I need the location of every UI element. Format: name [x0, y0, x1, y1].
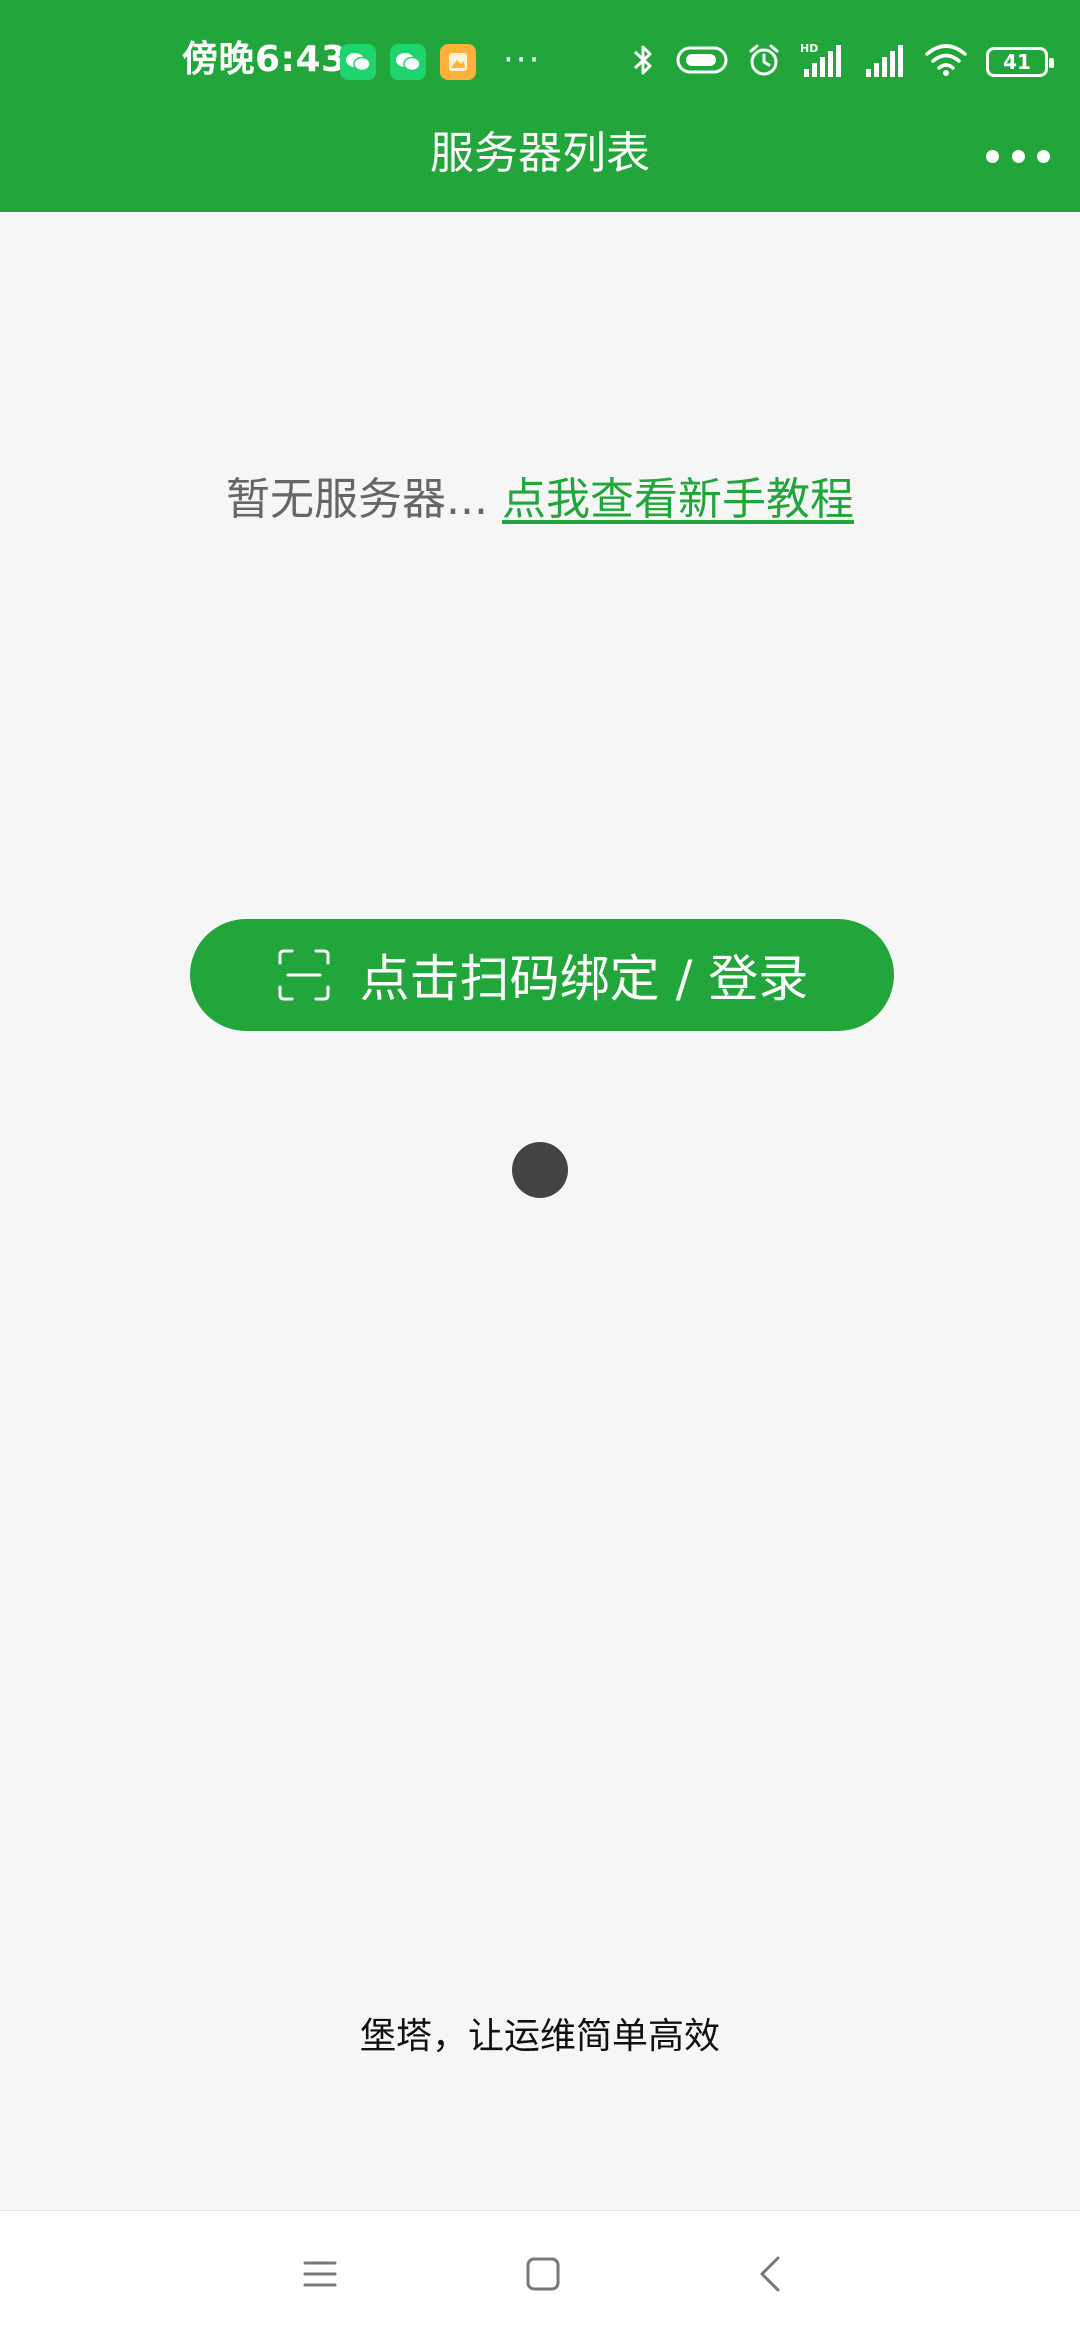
more-options-button[interactable]: [986, 136, 1050, 176]
nav-menu-button[interactable]: [260, 2211, 380, 2340]
system-status-icons: HD 41: [628, 40, 1054, 84]
bluetooth-icon: [628, 41, 658, 83]
battery-icon: 41: [986, 47, 1054, 77]
back-icon: [756, 2254, 784, 2298]
nav-back-button[interactable]: [710, 2211, 830, 2340]
scan-bind-login-button[interactable]: 点击扫码绑定 / 登录: [190, 919, 894, 1031]
status-time: 傍晚6:43: [182, 39, 347, 80]
title-bar: 服务器列表: [0, 120, 1080, 212]
empty-state-message: 暂无服务器... 点我查看新手教程: [0, 470, 1080, 530]
notification-icons: [340, 42, 476, 82]
alarm-icon: [746, 42, 782, 82]
top-bar: 傍晚6:43 ··· HD 41 服务器列表: [0, 0, 1080, 212]
more-horizontal-icon: [1011, 149, 1025, 163]
app-screen: 傍晚6:43 ··· HD 41 服务器列表 暂无服务器... 点我查看新手教程…: [0, 0, 1080, 2340]
loading-indicator: [512, 1142, 568, 1198]
page-title: 服务器列表: [430, 128, 650, 179]
wifi-icon: [924, 42, 968, 82]
wechat-icon: [340, 44, 376, 80]
wechat-icon: [390, 44, 426, 80]
nav-home-button[interactable]: [483, 2211, 603, 2340]
battery-saver-icon: [676, 44, 728, 80]
more-horizontal-icon: [986, 149, 999, 163]
scan-icon: [276, 947, 332, 1003]
empty-state-text: 暂无服务器...: [226, 474, 502, 525]
hd-signal-icon: HD: [800, 41, 844, 83]
more-horizontal-icon: [1037, 149, 1050, 163]
menu-icon: [302, 2259, 338, 2293]
system-navigation-bar: [0, 2210, 1080, 2340]
notification-overflow-dots: ···: [503, 40, 542, 80]
signal-icon: [862, 41, 906, 83]
scan-button-label: 点击扫码绑定 / 登录: [359, 950, 809, 1008]
status-bar: 傍晚6:43 ··· HD 41: [0, 0, 1080, 120]
svg-text:HD: HD: [800, 42, 818, 55]
footer-slogan: 堡塔，让运维简单高效: [359, 2016, 720, 2057]
tutorial-link[interactable]: 点我查看新手教程: [502, 474, 854, 525]
gallery-icon: [440, 44, 476, 80]
home-icon: [525, 2256, 561, 2296]
battery-level: 41: [1003, 50, 1031, 74]
